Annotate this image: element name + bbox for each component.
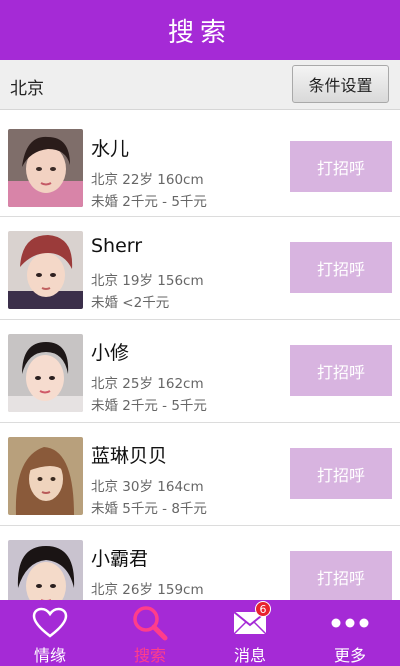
list-item[interactable]: 小霸君 北京 26岁 159cm 打招呼: [0, 526, 400, 600]
greet-button[interactable]: 打招呼: [290, 551, 392, 600]
avatar[interactable]: [8, 231, 83, 309]
list-item[interactable]: Sherr 北京 19岁 156cm 未婚 <2千元 打招呼: [0, 217, 400, 320]
user-name: 小霸君: [91, 548, 149, 570]
list-item[interactable]: 小修 北京 25岁 162cm 未婚 2千元 - 5千元 打招呼: [0, 320, 400, 423]
tab-more[interactable]: 更多: [300, 600, 400, 666]
user-name: 蓝琳贝贝: [91, 445, 168, 467]
tab-qingyuan[interactable]: 情缘: [0, 600, 100, 666]
unread-badge: 6: [255, 601, 271, 617]
user-marital-income: 未婚 <2千元: [91, 295, 170, 311]
tab-label: 更多: [333, 646, 366, 665]
conditions-button[interactable]: 条件设置: [292, 65, 389, 103]
greet-button[interactable]: 打招呼: [290, 448, 392, 499]
user-marital-income: 未婚 5千元 - 8千元: [91, 501, 207, 517]
tab-label: 消息: [233, 646, 266, 665]
bottom-tab-bar: 情缘 搜索 6 消息 更多: [0, 600, 400, 666]
user-basic-info: 北京 26岁 159cm: [91, 582, 204, 598]
heart-icon: [20, 604, 80, 642]
user-basic-info: 北京 19岁 156cm: [91, 273, 204, 289]
avatar[interactable]: [8, 540, 83, 600]
greet-button[interactable]: 打招呼: [290, 242, 392, 293]
user-marital-income: 未婚 2千元 - 5千元: [91, 194, 207, 210]
avatar[interactable]: [8, 129, 83, 207]
tab-search[interactable]: 搜索: [100, 600, 200, 666]
user-list[interactable]: 水儿 北京 22岁 160cm 未婚 2千元 - 5千元 打招呼 Sherr 北…: [0, 110, 400, 600]
page-title: 搜索: [167, 17, 232, 48]
user-marital-income: 未婚 2千元 - 5千元: [91, 398, 207, 414]
city-label[interactable]: 北京: [10, 74, 44, 99]
greet-button[interactable]: 打招呼: [290, 141, 392, 192]
user-basic-info: 北京 25岁 162cm: [91, 376, 204, 392]
tab-label: 情缘: [33, 646, 66, 665]
list-item[interactable]: 水儿 北京 22岁 160cm 未婚 2千元 - 5千元 打招呼: [0, 110, 400, 217]
greet-button[interactable]: 打招呼: [290, 345, 392, 396]
list-item[interactable]: 蓝琳贝贝 北京 30岁 164cm 未婚 5千元 - 8千元 打招呼: [0, 423, 400, 526]
user-basic-info: 北京 22岁 160cm: [91, 172, 204, 188]
user-name: Sherr: [91, 235, 143, 257]
filter-bar: 北京 条件设置: [0, 60, 400, 110]
user-basic-info: 北京 30岁 164cm: [91, 479, 204, 495]
avatar[interactable]: [8, 437, 83, 515]
avatar[interactable]: [8, 334, 83, 412]
more-dots-icon: [320, 604, 380, 642]
user-name: 小修: [91, 342, 130, 364]
search-icon: [120, 604, 180, 642]
app-header: 搜索: [0, 0, 400, 60]
mail-icon: [220, 604, 280, 642]
tab-label: 搜索: [133, 646, 166, 665]
tab-messages[interactable]: 6 消息: [200, 600, 300, 666]
user-name: 水儿: [91, 138, 130, 160]
